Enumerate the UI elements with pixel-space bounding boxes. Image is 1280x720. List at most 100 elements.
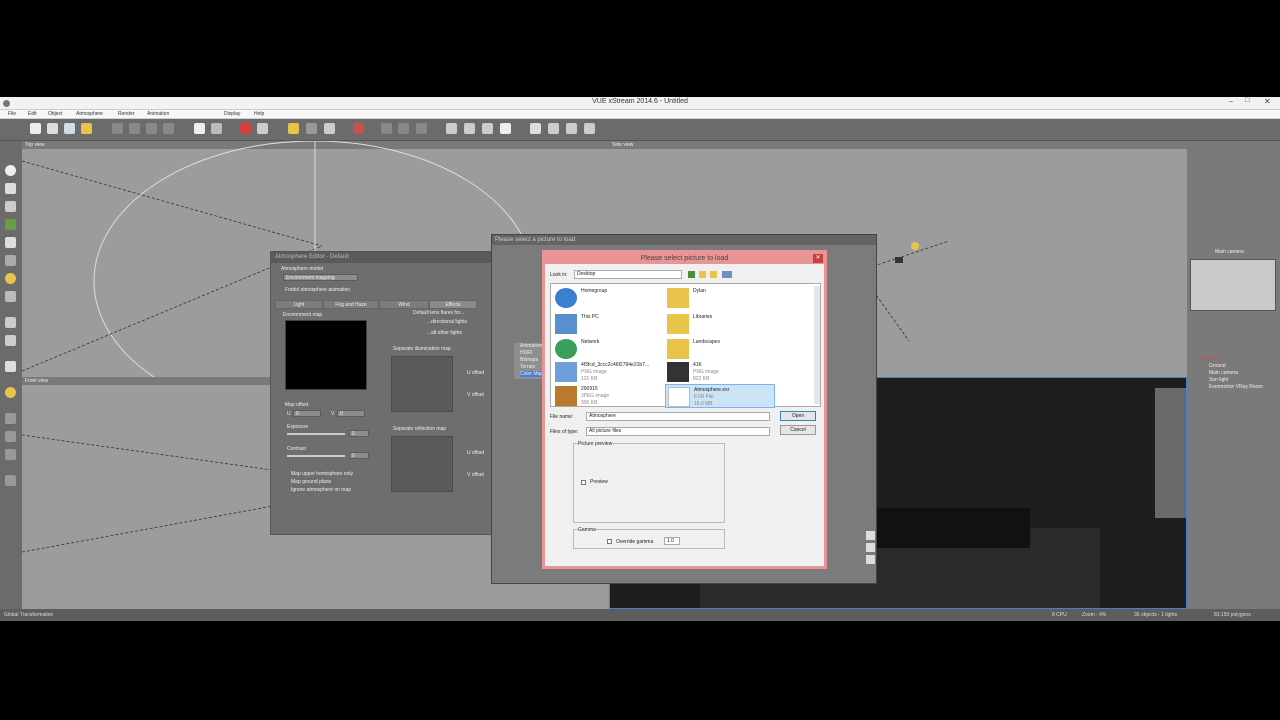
gamma-input[interactable]: 1.0 bbox=[664, 537, 680, 545]
menu-edit[interactable]: Edit bbox=[28, 111, 37, 117]
menu-object[interactable]: Object bbox=[48, 111, 62, 117]
sphere-icon[interactable] bbox=[5, 165, 16, 176]
exposure-field[interactable]: 0 bbox=[349, 430, 369, 437]
other-lights-checkbox[interactable]: ...all other lights bbox=[427, 330, 462, 336]
reflection-map-preview[interactable] bbox=[391, 436, 453, 492]
group-icon[interactable] bbox=[416, 123, 427, 134]
model-select[interactable]: Environment mapping bbox=[283, 274, 358, 281]
copy-icon[interactable] bbox=[129, 123, 140, 134]
redo-icon[interactable] bbox=[211, 123, 222, 134]
sun-icon[interactable] bbox=[5, 387, 16, 398]
close-icon[interactable]: ✕ bbox=[1264, 97, 1271, 106]
file-item-41k[interactable]: 41K PNG image 822 KB bbox=[665, 360, 775, 384]
preview-checkbox[interactable] bbox=[581, 480, 586, 485]
reflection-map-checkbox[interactable]: Separate reflection map bbox=[393, 426, 446, 432]
menu-animation[interactable]: Animation bbox=[147, 111, 169, 117]
file-item-network[interactable]: Network bbox=[553, 337, 663, 361]
render-area-icon[interactable] bbox=[548, 123, 559, 134]
light-icon[interactable] bbox=[5, 273, 16, 284]
illumination-map-preview[interactable] bbox=[391, 356, 453, 412]
drop-icon[interactable] bbox=[5, 475, 16, 486]
plane-icon[interactable] bbox=[5, 219, 16, 230]
file-item-homegroup[interactable]: Homegroup bbox=[553, 286, 663, 310]
collection-hdri[interactable]: HDRI bbox=[520, 350, 532, 356]
figure-icon[interactable] bbox=[5, 335, 16, 346]
boolean-icon[interactable] bbox=[5, 413, 16, 424]
object-ground[interactable]: Ground bbox=[1209, 363, 1226, 369]
object-main-camera[interactable]: Main camera bbox=[1209, 370, 1238, 376]
paste-icon[interactable] bbox=[146, 123, 157, 134]
file-item-this-pc[interactable]: This PC bbox=[553, 312, 663, 336]
open-icon[interactable] bbox=[47, 123, 58, 134]
select-icon[interactable] bbox=[446, 123, 457, 134]
zoom-out-icon[interactable] bbox=[482, 123, 493, 134]
render-icon[interactable] bbox=[530, 123, 541, 134]
material-icon[interactable] bbox=[306, 123, 317, 134]
exposure-slider[interactable] bbox=[287, 433, 345, 435]
contrast-field[interactable]: 0 bbox=[349, 452, 369, 459]
new-folder-icon[interactable] bbox=[710, 271, 717, 278]
save-icon[interactable] bbox=[64, 123, 75, 134]
file-item-landscapes[interactable]: Landscapes bbox=[665, 337, 775, 361]
menu-render[interactable]: Render bbox=[118, 111, 134, 117]
tab-wind[interactable]: Wind bbox=[379, 300, 429, 309]
align-icon[interactable] bbox=[381, 123, 392, 134]
file-item-290915[interactable]: 290915 JPEG image 300 KB bbox=[553, 384, 663, 408]
cut-icon[interactable] bbox=[112, 123, 123, 134]
file-name-input[interactable]: Atmosphere bbox=[586, 412, 770, 421]
collection-bitmaps[interactable]: Bitmaps bbox=[520, 357, 538, 363]
curve-icon[interactable] bbox=[5, 291, 16, 302]
override-gamma-checkbox[interactable] bbox=[607, 539, 612, 544]
tab-effects[interactable]: Effects bbox=[429, 300, 477, 309]
cancel-button[interactable]: Cancel bbox=[780, 425, 816, 435]
look-in-select[interactable]: Desktop bbox=[574, 270, 682, 279]
brush-icon[interactable] bbox=[324, 123, 335, 134]
menu-atmosphere[interactable]: Atmosphere bbox=[76, 111, 103, 117]
view-menu-icon[interactable] bbox=[722, 271, 732, 278]
palette-icon[interactable] bbox=[353, 123, 364, 134]
new-icon[interactable] bbox=[30, 123, 41, 134]
options-icon[interactable] bbox=[81, 123, 92, 134]
dialog-close-icon[interactable]: ✕ bbox=[813, 254, 823, 263]
object-icon[interactable] bbox=[5, 361, 16, 372]
zoom-in-icon[interactable] bbox=[464, 123, 475, 134]
minimize-icon[interactable]: – bbox=[1229, 98, 1233, 105]
file-type-select[interactable]: All picture files bbox=[586, 427, 770, 436]
directional-lights-checkbox[interactable]: ...directional lights bbox=[427, 319, 467, 325]
layer-label[interactable]: Layer 1 bbox=[1201, 356, 1218, 362]
ignore-atmosphere-checkbox[interactable]: Ignore atmosphere on map bbox=[291, 487, 351, 493]
menu-display[interactable]: Display bbox=[224, 111, 240, 117]
undo-icon[interactable] bbox=[194, 123, 205, 134]
v-offset-field[interactable]: 0 bbox=[337, 410, 365, 417]
upper-hemisphere-checkbox[interactable]: Map upper hemisphere only bbox=[291, 471, 353, 477]
link-tool-icon[interactable] bbox=[5, 449, 16, 460]
terrain-icon[interactable] bbox=[5, 201, 16, 212]
maximize-icon[interactable]: □ bbox=[1245, 97, 1249, 104]
collection-terrain[interactable]: Terrain bbox=[520, 364, 535, 370]
help-icon[interactable] bbox=[866, 555, 875, 564]
menu-help[interactable]: Help bbox=[254, 111, 264, 117]
chart-icon[interactable] bbox=[398, 123, 409, 134]
ground-plane-checkbox[interactable]: Map ground plane bbox=[291, 479, 331, 485]
illumination-map-checkbox[interactable]: Separate illumination map bbox=[393, 346, 451, 352]
scene-icon[interactable] bbox=[288, 123, 299, 134]
plant-icon[interactable] bbox=[5, 317, 16, 328]
preview-icon[interactable] bbox=[566, 123, 577, 134]
file-item-dylan[interactable]: Dylan bbox=[665, 286, 775, 310]
file-item-atmosphere-exr[interactable]: Atmosphere.exr EXR File 16.0 MB bbox=[665, 384, 775, 408]
rock-icon[interactable] bbox=[5, 237, 16, 248]
camera-icon[interactable] bbox=[584, 123, 595, 134]
tab-light[interactable]: Light bbox=[275, 300, 323, 309]
cancel-icon[interactable] bbox=[866, 543, 875, 552]
duplicate-icon[interactable] bbox=[163, 123, 174, 134]
file-item-libraries[interactable]: Libraries bbox=[665, 312, 775, 336]
open-button[interactable]: Open bbox=[780, 411, 816, 421]
ok-icon[interactable] bbox=[866, 531, 875, 540]
fit-view-icon[interactable] bbox=[500, 123, 511, 134]
metablob-icon[interactable] bbox=[5, 431, 16, 442]
menu-file[interactable]: File bbox=[8, 111, 16, 117]
u-offset-field[interactable]: 0 bbox=[293, 410, 321, 417]
forbid-animation-checkbox[interactable]: Forbid atmosphere animation bbox=[285, 287, 350, 293]
transform-icon[interactable] bbox=[257, 123, 268, 134]
up-folder-icon[interactable] bbox=[699, 271, 706, 278]
